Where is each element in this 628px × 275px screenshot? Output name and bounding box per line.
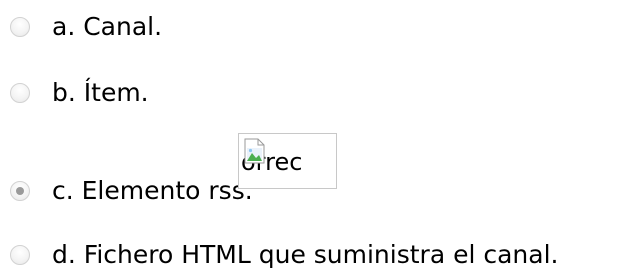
feedback-image: orrec: [238, 133, 337, 189]
option-b-radio[interactable]: [10, 83, 30, 103]
option-a[interactable]: a. Canal.: [0, 7, 628, 47]
option-d-radio[interactable]: [10, 245, 30, 265]
option-c-radio[interactable]: [10, 181, 30, 201]
option-c-label[interactable]: c. Elemento rss.: [52, 176, 253, 206]
option-a-label[interactable]: a. Canal.: [52, 12, 162, 42]
option-b[interactable]: b. Ítem.: [0, 73, 628, 113]
broken-image-icon: [244, 138, 265, 164]
option-a-radio[interactable]: [10, 17, 30, 37]
option-d-label[interactable]: d. Fichero HTML que suministra el canal.: [52, 240, 559, 270]
option-d[interactable]: d. Fichero HTML que suministra el canal.: [0, 235, 628, 275]
option-b-label[interactable]: b. Ítem.: [52, 78, 149, 108]
